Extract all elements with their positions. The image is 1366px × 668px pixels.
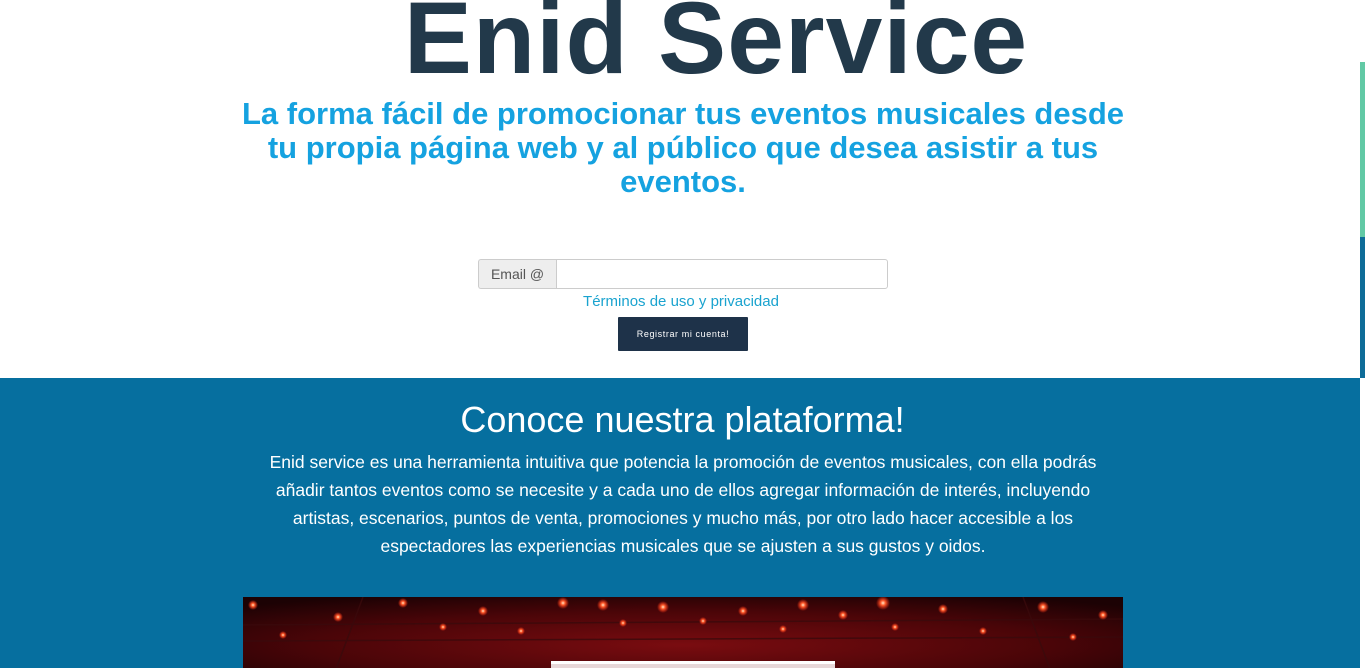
- concert-image: [243, 597, 1123, 668]
- hero-tagline: La forma fácil de promocionar tus evento…: [241, 96, 1125, 199]
- email-label: Email @: [478, 259, 556, 289]
- site-title: Enid Service: [403, 0, 1029, 95]
- scrollbar-accent: [1360, 62, 1365, 237]
- email-input-group: Email @: [478, 259, 888, 289]
- concert-stage-photo-icon: [243, 597, 1123, 668]
- signup-form: Email @ Términos de uso y privacidad Reg…: [478, 259, 888, 351]
- platform-description: Enid service es una herramienta intuitiv…: [269, 452, 1097, 556]
- hero-section: Enid Service La forma fácil de promocion…: [0, 0, 1360, 378]
- platform-title: Conoce nuestra plataforma!: [460, 399, 905, 440]
- terms-link[interactable]: Términos de uso y privacidad: [478, 293, 884, 311]
- page: Enid Service La forma fácil de promocion…: [0, 0, 1366, 668]
- scrollbar-thumb[interactable]: [1360, 237, 1365, 378]
- email-field[interactable]: [556, 259, 888, 289]
- platform-section: Conoce nuestra plataforma! Enid service …: [0, 378, 1360, 668]
- register-button[interactable]: Registrar mi cuenta!: [618, 317, 748, 351]
